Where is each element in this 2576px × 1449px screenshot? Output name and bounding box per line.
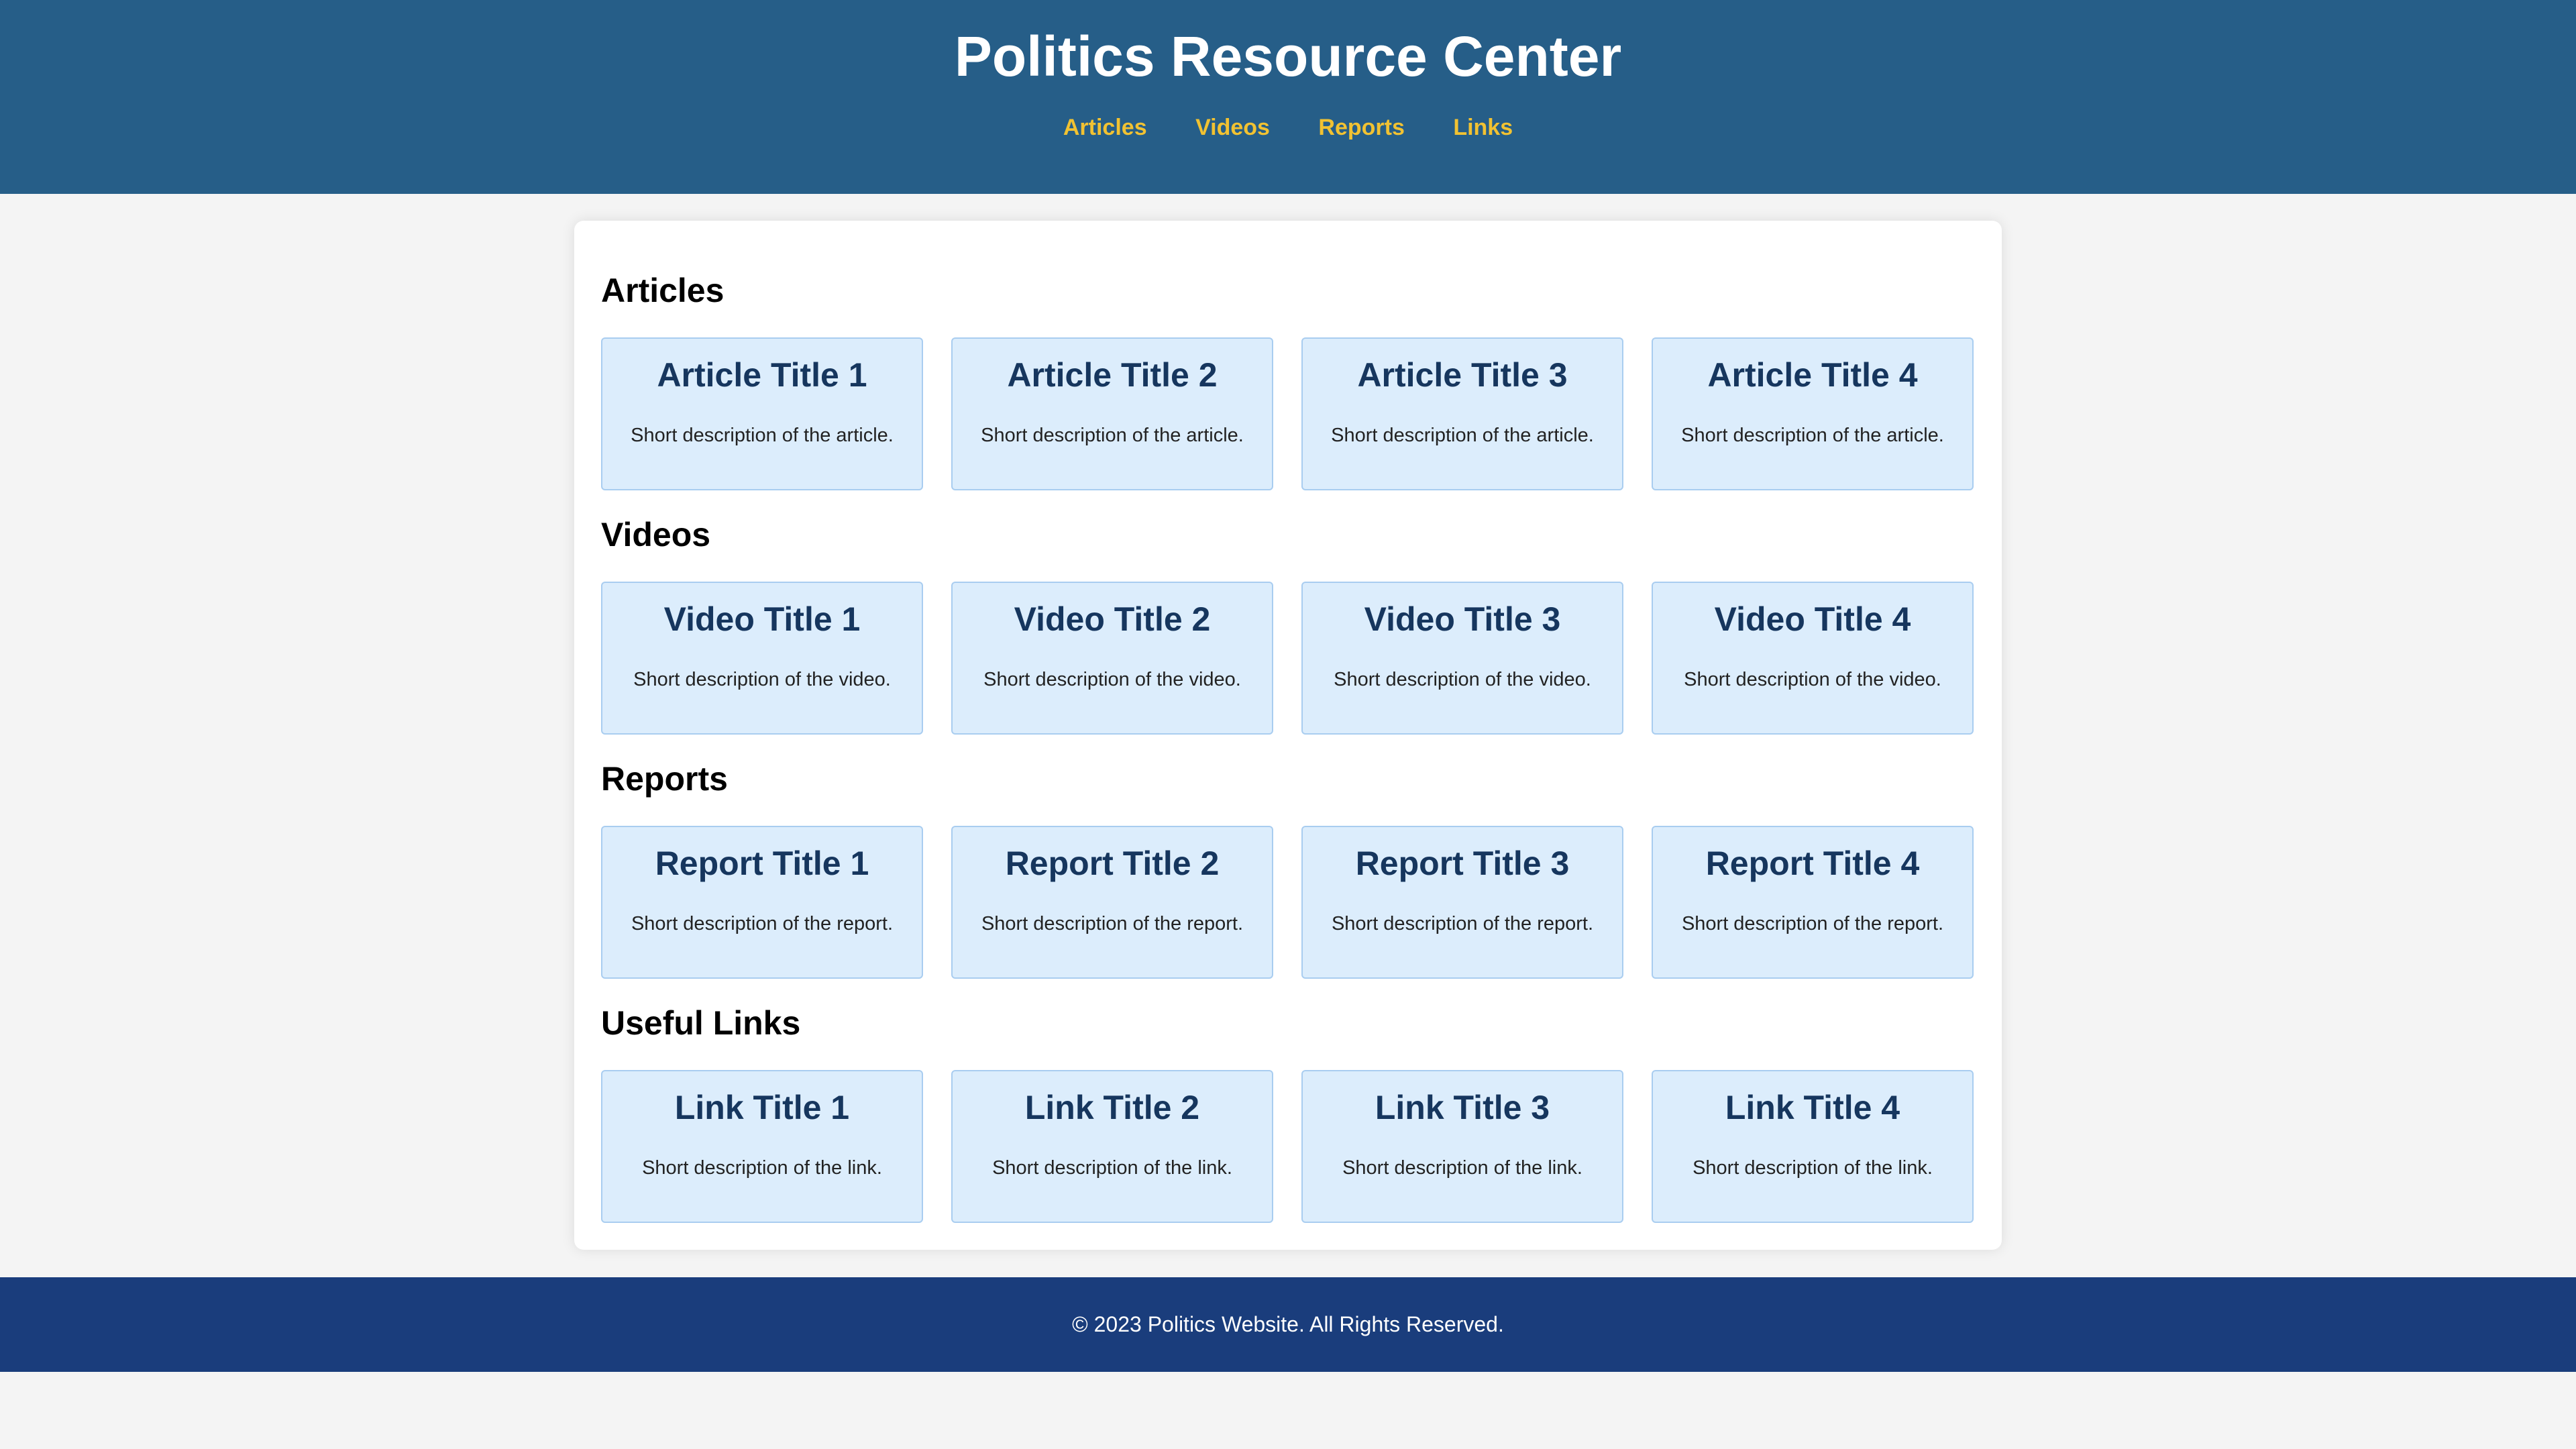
card-title: Video Title 2 bbox=[1014, 600, 1211, 638]
nav-link-articles[interactable]: Articles bbox=[1063, 111, 1147, 144]
link-card[interactable]: Link Title 1 Short description of the li… bbox=[601, 1070, 923, 1223]
link-card[interactable]: Link Title 4 Short description of the li… bbox=[1652, 1070, 1974, 1223]
article-card[interactable]: Article Title 1 Short description of the… bbox=[601, 337, 923, 490]
card-title: Report Title 2 bbox=[1005, 845, 1220, 882]
links-grid: Link Title 1 Short description of the li… bbox=[601, 1070, 1975, 1223]
card-description: Short description of the video. bbox=[983, 669, 1241, 690]
card-title: Report Title 3 bbox=[1355, 845, 1570, 882]
link-card[interactable]: Link Title 2 Short description of the li… bbox=[951, 1070, 1273, 1223]
video-card[interactable]: Video Title 1 Short description of the v… bbox=[601, 582, 923, 735]
content-panel: Articles Article Title 1 Short descripti… bbox=[574, 221, 2002, 1250]
report-card[interactable]: Report Title 4 Short description of the … bbox=[1652, 826, 1974, 979]
card-description: Short description of the video. bbox=[1334, 669, 1591, 690]
nav-link-links[interactable]: Links bbox=[1453, 111, 1513, 144]
card-title: Video Title 3 bbox=[1364, 600, 1561, 638]
articles-grid: Article Title 1 Short description of the… bbox=[601, 337, 1975, 490]
card-description: Short description of the article. bbox=[1681, 425, 1944, 446]
card-title: Link Title 3 bbox=[1375, 1089, 1550, 1126]
card-title: Article Title 1 bbox=[657, 356, 867, 394]
report-card[interactable]: Report Title 3 Short description of the … bbox=[1301, 826, 1623, 979]
card-description: Short description of the video. bbox=[1684, 669, 1941, 690]
card-description: Short description of the link. bbox=[1693, 1157, 1933, 1179]
article-card[interactable]: Article Title 3 Short description of the… bbox=[1301, 337, 1623, 490]
card-description: Short description of the link. bbox=[1342, 1157, 1582, 1179]
article-card[interactable]: Article Title 4 Short description of the… bbox=[1652, 337, 1974, 490]
section-heading-reports: Reports bbox=[601, 760, 728, 798]
video-card[interactable]: Video Title 3 Short description of the v… bbox=[1301, 582, 1623, 735]
videos-grid: Video Title 1 Short description of the v… bbox=[601, 582, 1975, 735]
card-title: Video Title 4 bbox=[1714, 600, 1911, 638]
card-description: Short description of the report. bbox=[631, 913, 894, 934]
article-card[interactable]: Article Title 2 Short description of the… bbox=[951, 337, 1273, 490]
card-title: Article Title 4 bbox=[1707, 356, 1918, 394]
card-description: Short description of the article. bbox=[981, 425, 1244, 446]
card-description: Short description of the report. bbox=[1331, 913, 1594, 934]
card-description: Short description of the video. bbox=[633, 669, 891, 690]
card-title: Article Title 3 bbox=[1357, 356, 1568, 394]
card-title: Report Title 4 bbox=[1705, 845, 1920, 882]
video-card[interactable]: Video Title 4 Short description of the v… bbox=[1652, 582, 1974, 735]
site-title: Politics Resource Center bbox=[954, 25, 1622, 88]
report-card[interactable]: Report Title 1 Short description of the … bbox=[601, 826, 923, 979]
card-title: Link Title 1 bbox=[674, 1089, 850, 1126]
card-title: Video Title 1 bbox=[663, 600, 861, 638]
card-title: Report Title 1 bbox=[655, 845, 869, 882]
nav-link-reports[interactable]: Reports bbox=[1318, 111, 1404, 144]
section-heading-videos: Videos bbox=[601, 516, 711, 553]
nav-link-videos[interactable]: Videos bbox=[1195, 111, 1270, 144]
section-heading-articles: Articles bbox=[601, 272, 724, 309]
report-card[interactable]: Report Title 2 Short description of the … bbox=[951, 826, 1273, 979]
video-card[interactable]: Video Title 2 Short description of the v… bbox=[951, 582, 1273, 735]
card-title: Link Title 4 bbox=[1725, 1089, 1900, 1126]
card-title: Article Title 2 bbox=[1007, 356, 1218, 394]
site-header: Politics Resource Center Articles Videos… bbox=[0, 0, 2576, 194]
card-description: Short description of the link. bbox=[642, 1157, 882, 1179]
site-footer: © 2023 Politics Website. All Rights Rese… bbox=[0, 1277, 2576, 1372]
copyright-text: © 2023 Politics Website. All Rights Rese… bbox=[1072, 1312, 1504, 1336]
card-description: Short description of the report. bbox=[1681, 913, 1944, 934]
main-nav: Articles Videos Reports Links bbox=[0, 111, 2576, 148]
card-description: Short description of the article. bbox=[631, 425, 894, 446]
section-heading-useful-links: Useful Links bbox=[601, 1004, 801, 1042]
reports-grid: Report Title 1 Short description of the … bbox=[601, 826, 1975, 979]
link-card[interactable]: Link Title 3 Short description of the li… bbox=[1301, 1070, 1623, 1223]
card-description: Short description of the report. bbox=[981, 913, 1244, 934]
card-description: Short description of the link. bbox=[992, 1157, 1232, 1179]
card-description: Short description of the article. bbox=[1331, 425, 1594, 446]
card-title: Link Title 2 bbox=[1024, 1089, 1200, 1126]
